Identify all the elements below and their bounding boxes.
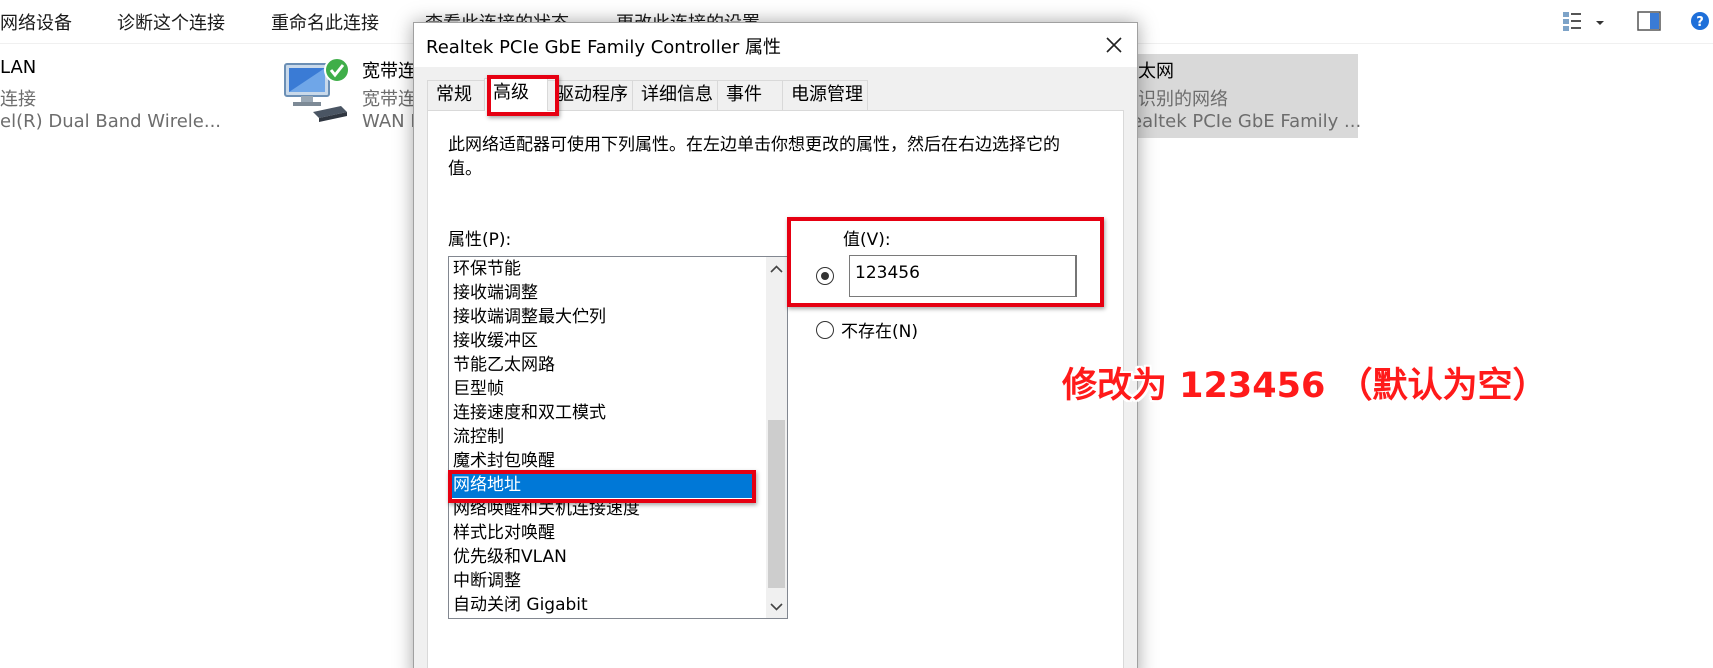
tab-details[interactable]: 详细信息 xyxy=(632,80,718,110)
tab-advanced[interactable]: 高级 xyxy=(484,78,548,111)
help-icon[interactable]: ? xyxy=(1689,10,1711,36)
tab-general[interactable]: 常规 xyxy=(427,80,485,110)
dialog-titlebar: Realtek PCIe GbE Family Controller 属性 xyxy=(414,23,1137,67)
toolbar-rename-connection[interactable]: 重命名此连接 xyxy=(271,9,379,35)
connection-title: LAN xyxy=(0,57,37,78)
dialog-tabs: 常规 高级 驱动程序 详细信息 事件 电源管理 xyxy=(427,78,1127,111)
tab-power-management[interactable]: 电源管理 xyxy=(782,80,868,110)
connection-title: 宽带连 xyxy=(362,61,416,82)
connection-status: 宽带连 xyxy=(362,89,416,110)
tab-driver[interactable]: 驱动程序 xyxy=(547,80,633,110)
svg-text:?: ? xyxy=(1696,15,1704,30)
advanced-tab-panel xyxy=(427,110,1124,668)
view-options-icon[interactable] xyxy=(1562,10,1584,36)
chevron-down-icon[interactable] xyxy=(1594,14,1606,33)
preview-pane-icon[interactable] xyxy=(1637,10,1661,36)
network-connection-icon xyxy=(279,56,355,132)
connection-item-ethernet[interactable]: 太网 识别的网络 ealtek PCIe GbE Family ... xyxy=(1128,54,1362,138)
toolbar-network-devices[interactable]: 网络设备 xyxy=(0,9,72,35)
tab-events[interactable]: 事件 xyxy=(717,80,783,110)
connection-status: 识别的网络 xyxy=(1138,89,1228,110)
connection-device: el(R) Dual Band Wirele... xyxy=(0,111,222,132)
close-button[interactable] xyxy=(1091,23,1137,67)
toolbar-diagnose-connection[interactable]: 诊断这个连接 xyxy=(117,9,225,35)
close-icon xyxy=(1106,37,1122,53)
dialog-title: Realtek PCIe GbE Family Controller 属性 xyxy=(426,37,781,58)
connection-status: 连接 xyxy=(0,89,36,110)
connection-device: ealtek PCIe GbE Family ... xyxy=(1131,111,1362,132)
connection-title: 太网 xyxy=(1138,61,1174,82)
